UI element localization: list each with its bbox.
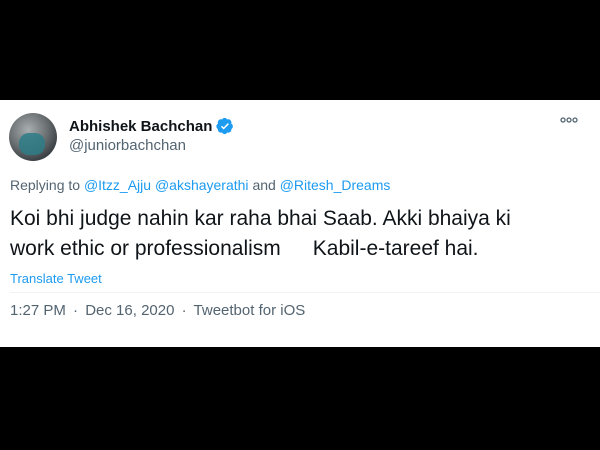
author-name[interactable]: Abhishek Bachchan bbox=[69, 118, 212, 135]
tweet-line-2b: Kabil-e-tareef hai. bbox=[312, 237, 479, 260]
replying-to: Replying to @Itzz_Ajju @akshayerathi and… bbox=[10, 177, 390, 193]
tweet-text: Koi bhi judge nahin kar raha bhai Saab. … bbox=[10, 204, 585, 264]
replying-prefix: Replying to bbox=[10, 177, 81, 193]
tweet-date[interactable]: Dec 16, 2020 bbox=[85, 302, 174, 319]
tweet-line-2a: work ethic or professionalism bbox=[10, 237, 281, 260]
mention-link[interactable]: @akshayerathi bbox=[155, 177, 249, 193]
tweet-time[interactable]: 1:27 PM bbox=[10, 302, 66, 319]
divider bbox=[10, 292, 600, 293]
mention-link[interactable]: @Itzz_Ajju bbox=[84, 177, 151, 193]
replying-and: and bbox=[252, 177, 276, 193]
translate-tweet-link[interactable]: Translate Tweet bbox=[10, 271, 102, 286]
tweet-card: Abhishek Bachchan @juniorbachchan Replyi… bbox=[0, 100, 600, 347]
author-row: Abhishek Bachchan bbox=[69, 117, 234, 135]
mention-link[interactable]: @Ritesh_Dreams bbox=[280, 177, 391, 193]
avatar[interactable] bbox=[9, 113, 57, 161]
tweet-source[interactable]: Tweetbot for iOS bbox=[194, 302, 306, 319]
more-options-icon[interactable] bbox=[560, 117, 578, 123]
meta-separator: · bbox=[181, 302, 187, 319]
meta-separator: · bbox=[73, 302, 79, 319]
author-handle[interactable]: @juniorbachchan bbox=[69, 137, 186, 154]
tweet-line-1: Koi bhi judge nahin kar raha bhai Saab. … bbox=[10, 207, 511, 230]
verified-badge-icon bbox=[216, 117, 234, 135]
tweet-meta: 1:27 PM · Dec 16, 2020 · Tweetbot for iO… bbox=[10, 302, 305, 319]
